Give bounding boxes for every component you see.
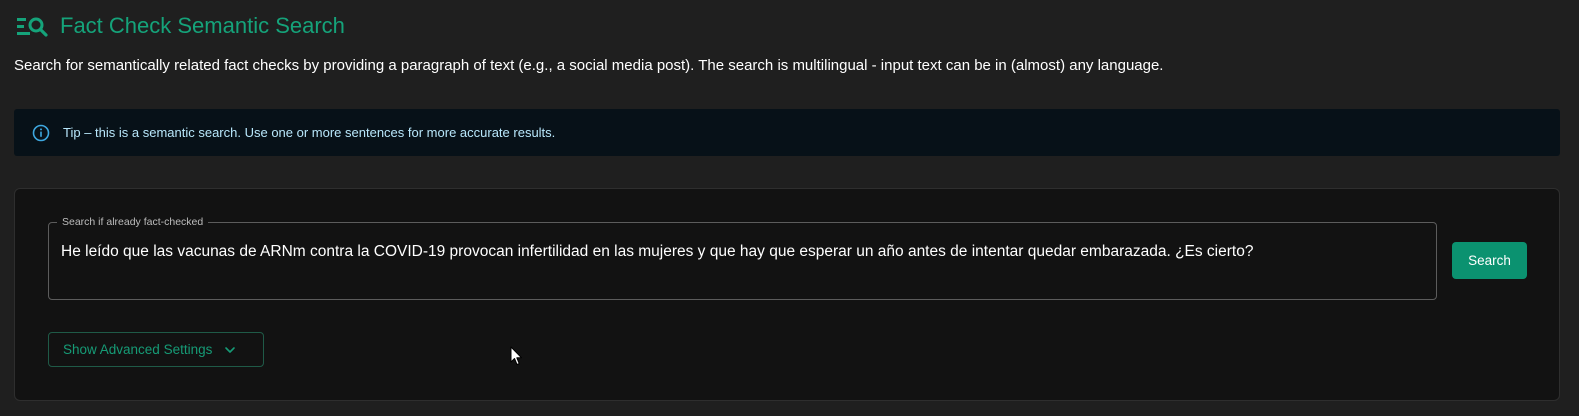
search-input-value[interactable]: He leído que las vacunas de ARNm contra …	[61, 242, 1424, 262]
search-list-icon	[16, 12, 50, 40]
tip-banner: Tip – this is a semantic search. Use one…	[14, 109, 1560, 156]
info-icon	[32, 124, 50, 142]
tip-text: Tip – this is a semantic search. Use one…	[63, 125, 556, 140]
search-card: Search if already fact-checked He leído …	[14, 188, 1560, 401]
page-title: Fact Check Semantic Search	[60, 13, 345, 38]
chevron-down-icon	[224, 344, 236, 356]
search-button[interactable]: Search	[1452, 242, 1527, 279]
search-input-label: Search if already fact-checked	[57, 215, 209, 229]
page: Fact Check Semantic Search Search for se…	[0, 0, 1579, 416]
advanced-settings-label: Show Advanced Settings	[63, 342, 213, 357]
page-description: Search for semantically related fact che…	[14, 57, 1164, 74]
mouse-cursor-icon	[510, 346, 523, 366]
show-advanced-settings-button[interactable]: Show Advanced Settings	[48, 332, 264, 367]
search-input[interactable]: Search if already fact-checked He leído …	[48, 215, 1437, 300]
app-header: Fact Check Semantic Search	[16, 10, 345, 42]
